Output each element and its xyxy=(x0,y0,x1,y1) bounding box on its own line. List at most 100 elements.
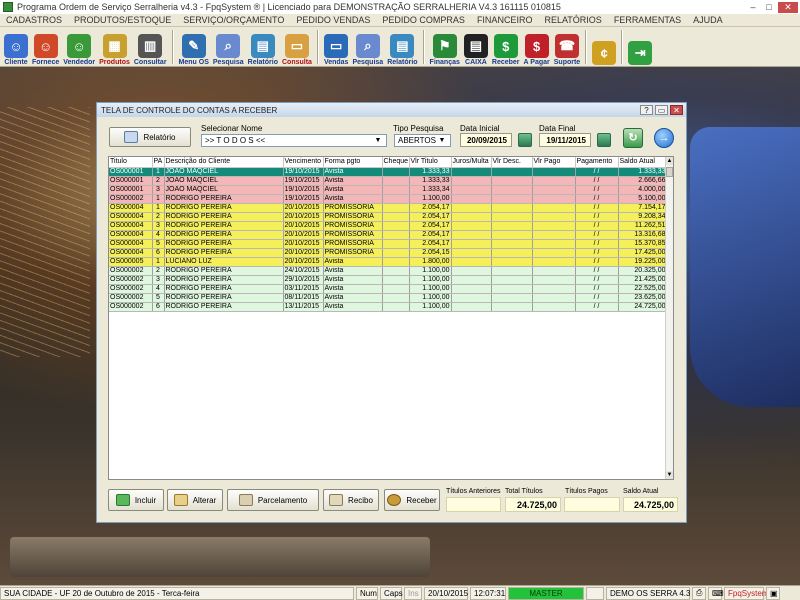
col-vlr-titulo[interactable]: Vlr Titulo xyxy=(409,157,452,168)
menu-cadastros[interactable]: CADASTROS xyxy=(0,15,68,25)
toolbar-button-pesquisa[interactable]: ⌕ Pesquisa xyxy=(211,28,246,66)
toolbar-button-produtos[interactable]: ▦ Produtos xyxy=(97,28,132,66)
col-titulo[interactable]: Titulo xyxy=(109,157,153,168)
toolbar-button-consultar[interactable]: ▥ Consultar xyxy=(132,28,169,66)
table-row[interactable]: OS000001 3 JOÃO MAQCIEL 19/10/2015 Avista 1.3… xyxy=(109,185,668,195)
empty-cell xyxy=(451,397,492,408)
col-forma-pgto[interactable]: Forma pgto xyxy=(323,157,383,168)
table-row[interactable]: OS000002 4 RODRIGO PEREIRA 03/11/2015 Avista… xyxy=(109,284,668,294)
empty-cell xyxy=(618,441,668,451)
table-row[interactable]: OS000005 1 LUCIANO LUZ 20/10/2015 Avista 1.80… xyxy=(109,257,668,267)
toolbar-button-vendedor[interactable]: ☺ Vendedor xyxy=(61,28,97,66)
table-row[interactable]: OS000004 4 RODRIGO PEREIRA 20/10/2015 PROMIS… xyxy=(109,230,668,240)
parcelamento-button[interactable]: Parcelamento xyxy=(227,489,319,511)
dialog-restore-button[interactable]: ▭ xyxy=(655,105,668,115)
data-final-field[interactable]: 19/11/2015 xyxy=(539,133,591,147)
maximize-button[interactable]: □ xyxy=(762,2,776,13)
col-vlr-pago[interactable]: Vlr Pago xyxy=(532,157,576,168)
toolbar-button-vendas[interactable]: ▭ Vendas xyxy=(322,28,351,66)
toolbar-button-menu-os[interactable]: ✎ Menu OS xyxy=(177,28,211,66)
toolbar-button-coin[interactable]: ¢ xyxy=(590,28,618,66)
data-inicial-field[interactable]: 20/09/2015 xyxy=(460,133,512,147)
table-row[interactable]: OS000004 6 RODRIGO PEREIRA 20/10/2015 PROMIS… xyxy=(109,248,668,258)
table-cell: RODRIGO PEREIRA xyxy=(164,212,284,222)
toolbar-button-finan-as[interactable]: ⚑ Finanças xyxy=(428,28,462,66)
calendar-icon[interactable] xyxy=(518,133,532,147)
toolbar-button-suporte[interactable]: ☎ Suporte xyxy=(552,28,582,66)
empty-cell xyxy=(532,432,576,442)
menu-servico-orcamento[interactable]: SERVIÇO/ORÇAMENTO xyxy=(177,15,290,25)
table-row[interactable]: OS000001 1 JOÃO MAQCIEL 19/10/2015 Avista 1.3… xyxy=(109,167,668,177)
keyboard-icon[interactable]: ⌨ xyxy=(708,586,724,600)
table-cell: 6 xyxy=(152,302,165,312)
toolbar-button-relat-rio[interactable]: ▤ Relatório xyxy=(246,28,280,66)
empty-cell xyxy=(618,423,668,434)
col-pagamento[interactable]: Pagamento xyxy=(575,157,619,168)
arrow-right-icon[interactable]: → xyxy=(654,128,674,148)
refresh-icon[interactable]: ↻ xyxy=(623,128,643,148)
menu-ajuda[interactable]: AJUDA xyxy=(687,15,729,25)
col-vencimento[interactable]: Vencimento xyxy=(283,157,324,168)
grid-scrollbar[interactable]: ▲ ▼ xyxy=(665,157,673,479)
scroll-up-icon[interactable]: ▲ xyxy=(666,157,673,165)
menu-ferramentas[interactable]: FERRAMENTAS xyxy=(608,15,687,25)
alterar-button[interactable]: Alterar xyxy=(167,489,223,511)
table-cell xyxy=(382,176,410,186)
empty-cell xyxy=(323,354,383,364)
col-vlr-desc[interactable]: Vlr Desc. xyxy=(491,157,533,168)
empty-cell xyxy=(283,389,324,399)
scroll-down-icon[interactable]: ▼ xyxy=(666,471,673,479)
table-row[interactable]: OS000001 2 JOÃO MAQCIEL 19/10/2015 Avista 1.3… xyxy=(109,176,668,186)
col-pa[interactable]: PA xyxy=(152,157,165,168)
table-row[interactable]: OS000004 5 RODRIGO PEREIRA 20/10/2015 PROMIS… xyxy=(109,239,668,249)
calendar-icon[interactable] xyxy=(597,133,611,147)
table-row[interactable]: OS000002 1 RODRIGO PEREIRA 19/10/2015 Avista… xyxy=(109,194,668,204)
tipo-pesquisa-dropdown[interactable]: ABERTOS ▼ xyxy=(394,134,451,147)
table-cell xyxy=(532,239,576,249)
toolbar-button-relat-rio[interactable]: ▤ Relatório xyxy=(385,28,419,66)
menu-financeiro[interactable]: FINANCEIRO xyxy=(471,15,539,25)
minimize-button[interactable]: – xyxy=(746,2,760,13)
boxes-icon: ▦ xyxy=(102,34,127,58)
report-button[interactable]: Relatório xyxy=(109,127,191,147)
menu-produtos-estoque[interactable]: PRODUTOS/ESTOQUE xyxy=(68,15,177,25)
toolbar-button-consulta[interactable]: ▭ Consulta xyxy=(280,28,314,66)
table-row[interactable]: OS000004 3 RODRIGO PEREIRA 20/10/2015 PROMIS… xyxy=(109,221,668,231)
table-row[interactable]: OS000004 2 RODRIGO PEREIRA 20/10/2015 PROMIS… xyxy=(109,212,668,222)
table-cell: Avista xyxy=(323,275,383,285)
toolbar-button-exit[interactable]: ⇥ xyxy=(626,28,654,66)
col-juros-multa[interactable]: Juros/Multa xyxy=(451,157,492,168)
menu-relatorios[interactable]: RELATÓRIOS xyxy=(538,15,607,25)
table-row[interactable]: OS000002 2 RODRIGO PEREIRA 24/10/2015 Avista… xyxy=(109,266,668,276)
empty-cell xyxy=(532,415,576,425)
disk-icon[interactable]: ▣ xyxy=(766,586,780,600)
toolbar-button-receber[interactable]: $ Receber xyxy=(490,28,522,66)
printer-icon[interactable]: ⎙ xyxy=(692,586,706,600)
toolbar-button-a-pagar[interactable]: $ A Pagar xyxy=(522,28,552,66)
select-name-dropdown[interactable]: >> T O D O S << ▼ xyxy=(201,134,387,147)
table-row[interactable]: OS000002 3 RODRIGO PEREIRA 29/10/2015 Avista… xyxy=(109,275,668,285)
toolbar-button-caixa[interactable]: ▤ CAIXA xyxy=(462,28,490,66)
dialog-help-button[interactable]: ? xyxy=(640,105,653,115)
close-button[interactable]: ✕ xyxy=(778,1,798,13)
toolbar-button-cliente[interactable]: ☺ Cliente xyxy=(2,28,30,66)
dialog-close-button[interactable]: ✕ xyxy=(670,105,683,115)
table-cell: 13.316,68 xyxy=(618,230,668,240)
toolbar-button-fornece[interactable]: ☺ Fornece xyxy=(30,28,61,66)
recibo-button[interactable]: Recibo xyxy=(323,489,379,511)
table-row[interactable]: OS000002 5 RODRIGO PEREIRA 08/11/2015 Avista… xyxy=(109,293,668,303)
empty-cell xyxy=(164,432,284,442)
incluir-button[interactable]: Incluir xyxy=(108,489,164,511)
empty-cell xyxy=(283,319,324,329)
col-saldo-atual[interactable]: Saldo Atual xyxy=(618,157,668,168)
menu-pedido-compras[interactable]: PEDIDO COMPRAS xyxy=(376,15,471,25)
table-row[interactable]: OS000004 1 RODRIGO PEREIRA 20/10/2015 PROMIS… xyxy=(109,203,668,213)
col-cheque[interactable]: Cheque xyxy=(382,157,410,168)
toolbar-button-pesquisa[interactable]: ⌕ Pesquisa xyxy=(350,28,385,66)
receber-button[interactable]: Receber xyxy=(384,489,440,511)
menu-pedido-vendas[interactable]: PEDIDO VENDAS xyxy=(290,15,376,25)
scroll-thumb[interactable] xyxy=(666,167,673,177)
col-descricao[interactable]: Descrição do Cliente xyxy=(164,157,284,168)
table-row[interactable]: OS000002 6 RODRIGO PEREIRA 13/11/2015 Avista… xyxy=(109,302,668,312)
table-cell: 1 xyxy=(152,203,165,213)
